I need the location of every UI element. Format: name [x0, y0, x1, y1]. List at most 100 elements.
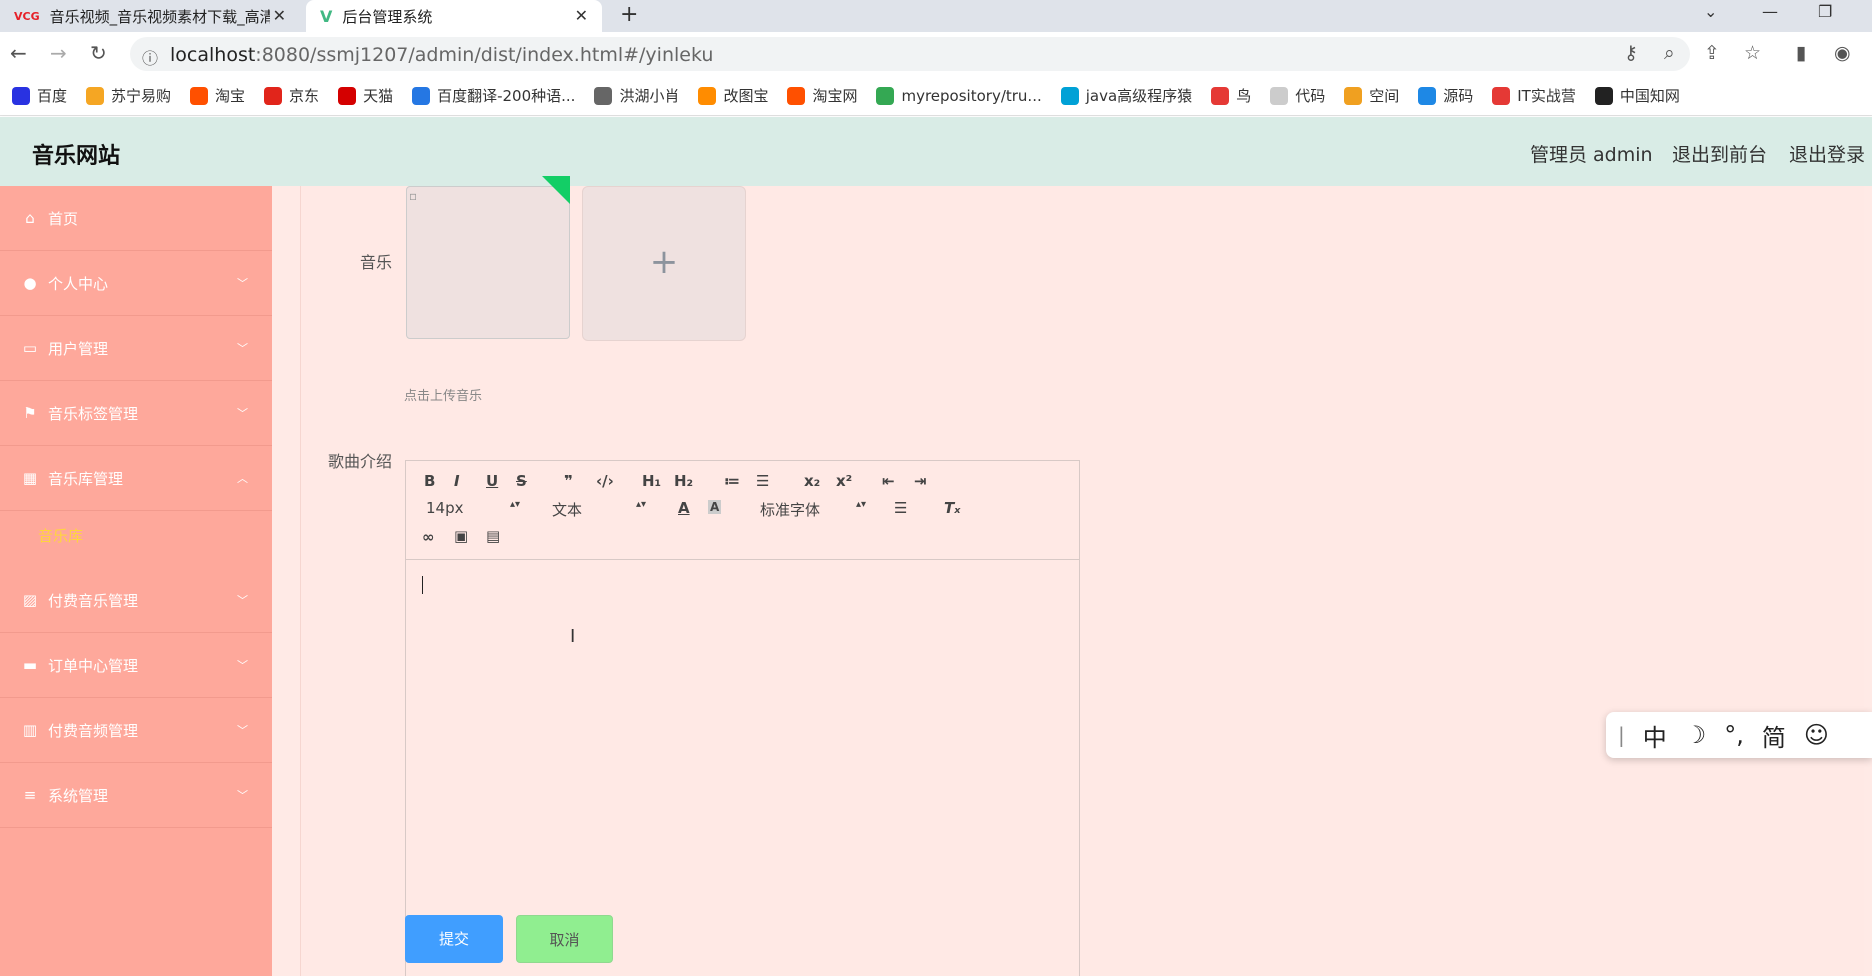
bookmark-item[interactable]: 天猫	[338, 85, 393, 106]
suning-icon	[86, 86, 105, 105]
header-value: 文本	[552, 501, 583, 519]
sidebar-item-1[interactable]: ● 个人中心 ﹀	[0, 251, 272, 316]
font-size-select[interactable]: 14px ▴▾	[426, 499, 520, 517]
clear-format-icon[interactable]: Tₓ	[944, 499, 960, 517]
bookmark-item[interactable]: 代码	[1270, 85, 1325, 106]
key-icon[interactable]: ⚷	[1624, 42, 1638, 64]
bookmark-item[interactable]: IT实战营	[1492, 85, 1576, 106]
bookmark-label: 洪湖小肖	[619, 87, 680, 105]
font-family-select[interactable]: 标准字体 ▴▾	[760, 499, 866, 520]
bookmark-item[interactable]: 苏宁易购	[86, 85, 171, 106]
ime-moon-icon[interactable]: ☽	[1685, 721, 1707, 749]
bookmark-item[interactable]: 百度翻译-200种语...	[412, 85, 575, 106]
ordered-list-icon[interactable]: ≔	[724, 472, 740, 490]
upload-music-button[interactable]: +	[582, 186, 746, 341]
h1-icon[interactable]: H₁	[642, 472, 661, 490]
h2-icon[interactable]: H₂	[674, 472, 693, 490]
baidu-icon	[12, 86, 30, 105]
back-icon[interactable]: ←	[10, 41, 27, 65]
logout-link[interactable]: 退出登录	[1789, 140, 1865, 167]
cancel-button[interactable]: 取消	[516, 915, 613, 963]
bookmark-label: 淘宝网	[812, 87, 858, 105]
exit-to-front-link[interactable]: 退出到前台	[1672, 140, 1767, 167]
qzone-icon	[1344, 86, 1363, 105]
bookmark-label: 鸟	[1236, 87, 1252, 105]
sidepanel-icon[interactable]: ▮	[1796, 42, 1806, 64]
star-icon[interactable]: ☆	[1744, 42, 1761, 64]
bookmark-item[interactable]: 空间	[1344, 85, 1399, 106]
minimize-icon[interactable]: —	[1762, 2, 1778, 21]
sidebar-item-7[interactable]: ▥ 付费音频管理 ﹀	[0, 698, 272, 763]
tab-title: 后台管理系统	[342, 7, 433, 26]
video-icon[interactable]: ▤	[486, 527, 500, 545]
bookmark-item[interactable]: 洪湖小肖	[594, 85, 679, 106]
bold-icon[interactable]: B	[424, 472, 435, 490]
close-tab-icon[interactable]: ✕	[575, 6, 588, 25]
sidebar-item-2[interactable]: ▭ 用户管理 ﹀	[0, 316, 272, 381]
bookmark-item[interactable]: java高级程序猿	[1060, 85, 1193, 106]
bookmark-item[interactable]: 京东	[264, 85, 319, 106]
superscript-icon[interactable]: x²	[836, 472, 852, 490]
bullet-list-icon[interactable]: ☰	[756, 472, 769, 490]
profile-avatar-icon[interactable]: ◉	[1834, 42, 1851, 64]
restore-icon[interactable]: ❐	[1818, 2, 1832, 21]
bookmark-item[interactable]: 源码	[1418, 85, 1473, 106]
uploaded-music-thumbnail[interactable]: ▫	[406, 186, 570, 339]
browser-tab-vcg[interactable]: VCG 音乐视频_音乐视频素材下载_高清 ✕	[0, 0, 300, 32]
sidebar-item-3[interactable]: ⚑ 音乐标签管理 ﹀	[0, 381, 272, 446]
fanyi-icon	[412, 86, 431, 105]
sidebar-item-6[interactable]: ▬ 订单中心管理 ﹀	[0, 633, 272, 698]
close-tab-icon[interactable]: ✕	[273, 6, 286, 25]
bookmark-item[interactable]: myrepository/tru...	[876, 86, 1042, 105]
bookmark-item[interactable]: 鸟	[1211, 85, 1251, 106]
ime-punctuation-icon[interactable]: °,	[1724, 721, 1744, 749]
tab-search-icon[interactable]: ⌄	[1704, 2, 1717, 21]
ime-handle-icon[interactable]: |	[1618, 723, 1625, 747]
chevron-icon: ﹀	[237, 594, 248, 607]
ime-emoji-icon[interactable]: ☺	[1804, 721, 1829, 749]
sidebar-item-0[interactable]: ⌂ 首页	[0, 186, 272, 251]
browser-tab-admin[interactable]: V 后台管理系统 ✕	[306, 0, 602, 32]
outdent-icon[interactable]: ⇤	[882, 472, 895, 490]
align-icon[interactable]: ☰	[894, 499, 907, 517]
site-info-icon[interactable]: ⓘ	[142, 45, 158, 69]
text-color-icon[interactable]: A	[678, 499, 690, 517]
indent-icon[interactable]: ⇥	[914, 472, 927, 490]
blockquote-icon[interactable]: ❞	[564, 472, 573, 490]
sidebar-item-5[interactable]: ▨ 付费音乐管理 ﹀	[0, 568, 272, 633]
submit-button[interactable]: 提交	[405, 915, 503, 963]
new-tab-button[interactable]: +	[620, 2, 638, 27]
bookmark-item[interactable]: 淘宝	[190, 85, 245, 106]
sidebar-item-4[interactable]: ▦ 音乐库管理 ︿	[0, 446, 272, 511]
bookmark-item[interactable]: 淘宝网	[787, 85, 857, 106]
subscript-icon[interactable]: x₂	[804, 472, 820, 490]
url-host: localhost	[170, 44, 256, 66]
code-block-icon[interactable]: ‹/›	[596, 472, 614, 490]
strike-icon[interactable]: S	[516, 472, 527, 490]
forward-icon[interactable]: →	[50, 41, 67, 65]
bookmark-item[interactable]: 百度	[12, 85, 67, 106]
image-icon[interactable]: ▣	[454, 527, 468, 545]
bookmark-item[interactable]: 改图宝	[698, 85, 768, 106]
sidebar-item-label: 音乐标签管理	[48, 404, 139, 423]
bookmark-item[interactable]: 中国知网	[1594, 85, 1680, 106]
bookmarks-bar: 百度 苏宁易购 淘宝 京东 天猫 百度翻译-200种语... 洪湖小肖 改图宝 淘宝网 myrep…	[0, 76, 1872, 116]
bookmark-label: java高级程序猿	[1085, 87, 1193, 105]
header-select[interactable]: 文本 ▴▾	[552, 499, 646, 520]
link-icon[interactable]: ∞	[422, 528, 435, 546]
code-icon	[1270, 86, 1289, 105]
bg-color-icon[interactable]: A	[708, 500, 722, 514]
url-text[interactable]: localhost:8080/ssmj1207/admin/dist/index…	[170, 44, 713, 66]
italic-icon[interactable]: I	[454, 472, 460, 490]
sidebar-item-label: 首页	[48, 209, 79, 228]
underline-icon[interactable]: U	[486, 472, 498, 490]
ime-chinese-mode[interactable]: 中	[1643, 718, 1667, 753]
share-icon[interactable]: ⇪	[1704, 42, 1720, 64]
zoom-icon[interactable]: ⌕	[1664, 42, 1675, 64]
select-arrows-icon: ▴▾	[856, 499, 867, 510]
sidebar-subitem-yinleku[interactable]: 音乐库	[0, 511, 272, 561]
reload-icon[interactable]: ↻	[90, 41, 107, 65]
chrome-red-icon	[1492, 86, 1511, 105]
sidebar-item-8[interactable]: ≡ 系统管理 ﹀	[0, 763, 272, 828]
ime-simplified-icon[interactable]: 简	[1762, 718, 1786, 753]
